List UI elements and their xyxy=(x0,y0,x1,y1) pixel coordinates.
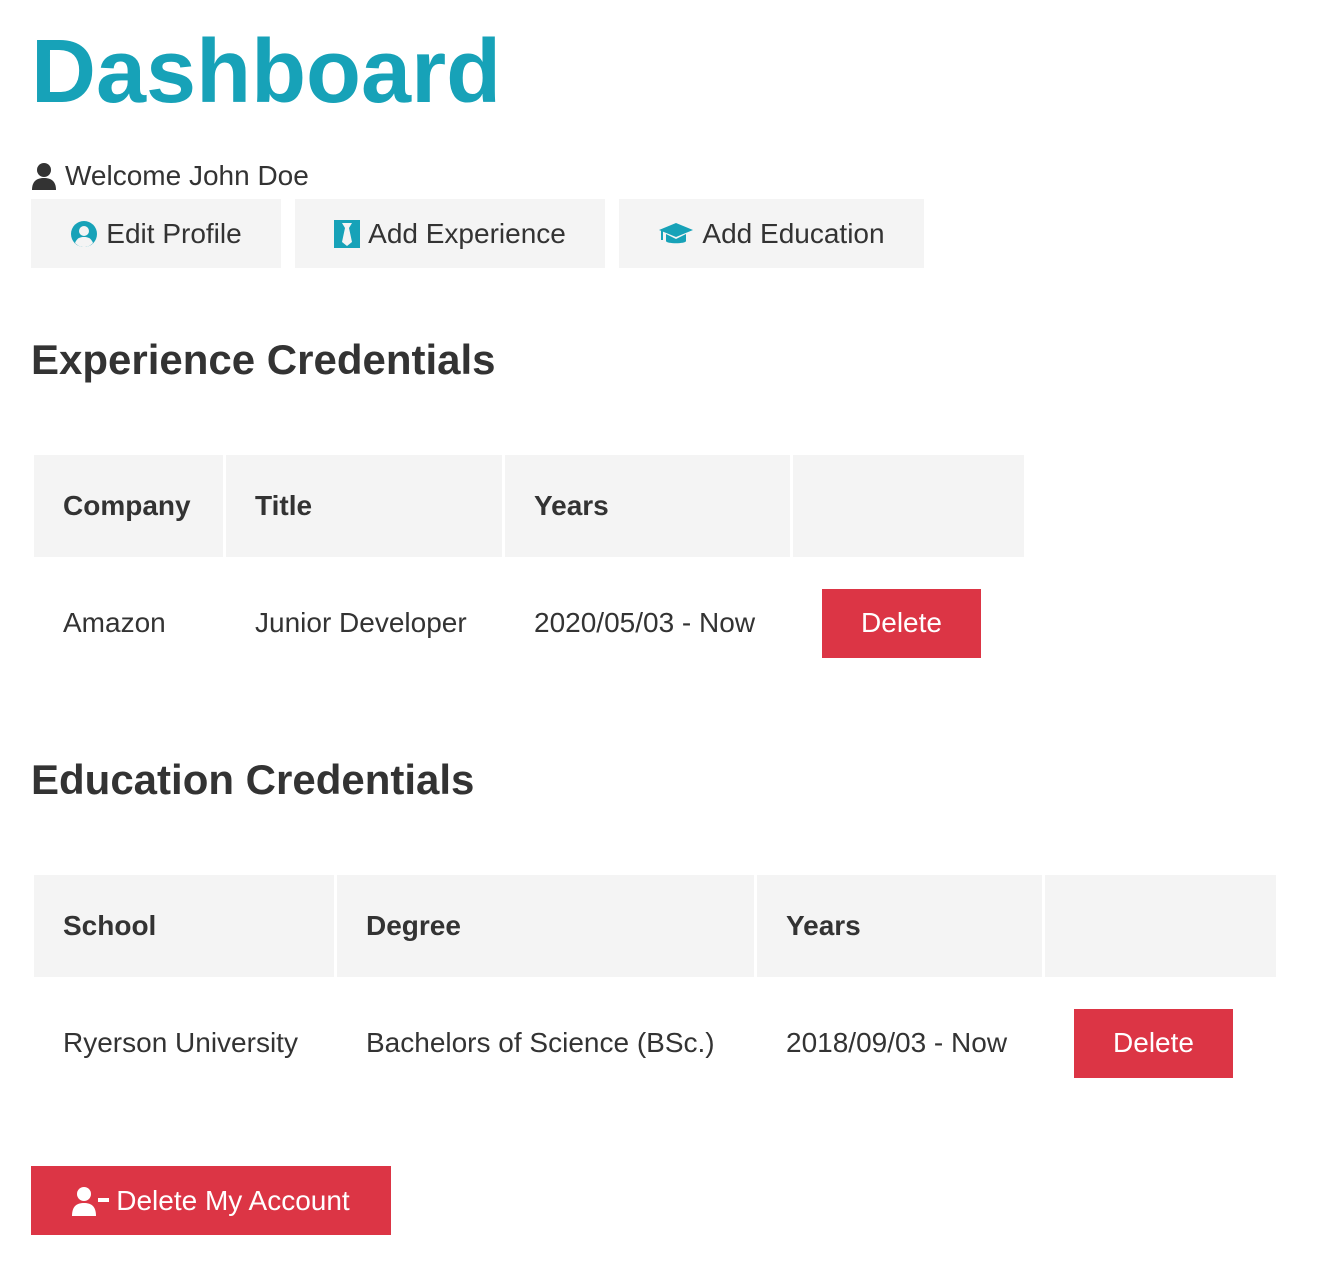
column-actions xyxy=(793,455,1024,557)
edit-profile-button[interactable]: Edit Profile xyxy=(31,199,281,268)
delete-account-label: Delete My Account xyxy=(116,1184,350,1216)
column-years: Years xyxy=(757,875,1042,977)
education-actions-cell: Delete xyxy=(1045,977,1276,1109)
education-heading: Education Credentials xyxy=(31,756,475,803)
user-circle-icon xyxy=(70,220,98,248)
experience-years: 2020/05/03 - Now xyxy=(534,607,756,638)
experience-table: Company Title Years Amazon Junior Develo… xyxy=(31,455,1027,689)
column-actions xyxy=(1045,875,1276,977)
welcome-text: Welcome John Doe xyxy=(65,160,309,191)
column-title: Title xyxy=(226,455,502,557)
delete-account-button[interactable]: Delete My Account xyxy=(31,1166,391,1235)
education-years: 2018/09/03 - Now xyxy=(786,1027,1008,1058)
education-degree: Bachelors of Science (BSc.) xyxy=(366,1027,715,1058)
add-experience-button[interactable]: Add Experience xyxy=(295,199,605,268)
add-education-button[interactable]: Add Education xyxy=(619,199,924,268)
experience-company: Amazon xyxy=(63,607,166,638)
delete-education-button[interactable]: Delete xyxy=(1074,1008,1233,1078)
edit-profile-label: Edit Profile xyxy=(106,217,242,249)
add-education-label: Add Education xyxy=(702,217,885,249)
experience-heading: Experience Credentials xyxy=(31,336,496,383)
column-years: Years xyxy=(505,455,790,557)
black-tie-icon xyxy=(334,219,361,248)
column-school: School xyxy=(34,875,334,977)
graduation-cap-icon xyxy=(658,221,694,247)
table-row: Amazon Junior Developer 2020/05/03 - Now… xyxy=(34,557,1024,689)
experience-title: Junior Developer xyxy=(255,607,467,638)
user-icon xyxy=(32,163,56,190)
page-title: Dashboard xyxy=(31,22,502,122)
delete-experience-button[interactable]: Delete xyxy=(822,588,981,658)
education-table: School Degree Years Ryerson University B… xyxy=(31,875,1279,1109)
column-degree: Degree xyxy=(337,875,754,977)
welcome-message: Welcome John Doe xyxy=(31,158,309,194)
education-school: Ryerson University xyxy=(63,1027,298,1058)
experience-actions-cell: Delete xyxy=(793,557,1024,689)
user-minus-icon xyxy=(72,1186,110,1216)
add-experience-label: Add Experience xyxy=(368,217,566,249)
table-row: Ryerson University Bachelors of Science … xyxy=(34,977,1276,1109)
column-company: Company xyxy=(34,455,223,557)
